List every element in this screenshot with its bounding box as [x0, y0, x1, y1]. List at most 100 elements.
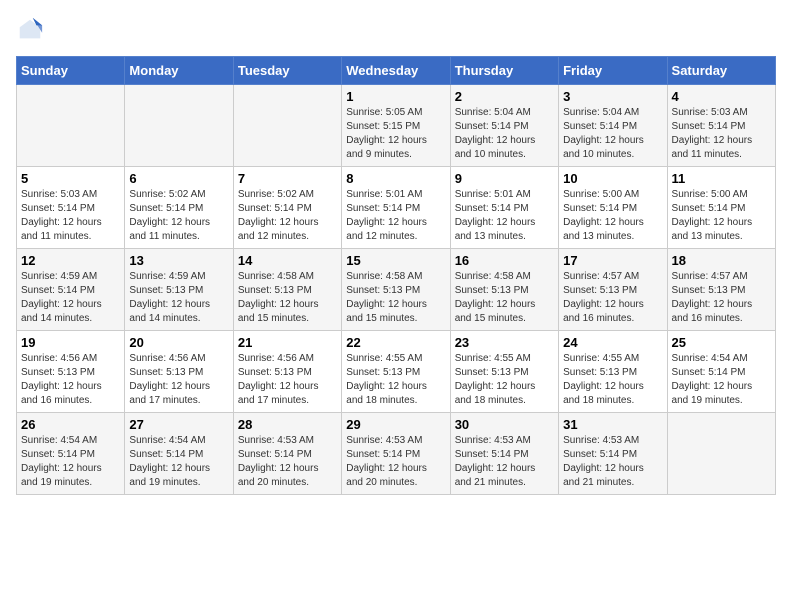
- day-number: 17: [563, 253, 662, 268]
- page-header: [16, 16, 776, 44]
- calendar-cell: 20Sunrise: 4:56 AM Sunset: 5:13 PM Dayli…: [125, 331, 233, 413]
- day-number: 13: [129, 253, 228, 268]
- calendar-cell: 9Sunrise: 5:01 AM Sunset: 5:14 PM Daylig…: [450, 167, 558, 249]
- day-info: Sunrise: 4:55 AM Sunset: 5:13 PM Dayligh…: [455, 352, 554, 408]
- calendar-cell: 21 Sunrise: 4:56 AM Sunset: 5:13 PM Dayli…: [233, 331, 341, 413]
- column-header-wednesday: Wednesday: [342, 57, 450, 85]
- day-number: 26: [21, 417, 120, 432]
- day-number: 25: [672, 335, 771, 350]
- day-info: Sunrise: 5:01 AM Sunset: 5:14 PM Dayligh…: [346, 188, 445, 244]
- calendar-cell: 13 Sunrise: 4:59 AM Sunset: 5:13 PM Dayli…: [125, 249, 233, 331]
- day-number: 22: [346, 335, 445, 350]
- day-number: 31: [563, 417, 662, 432]
- calendar-cell: 1Sunrise: 5:05 AM Sunset: 5:15 PM Daylig…: [342, 85, 450, 167]
- day-info: Sunrise: 4:59 AM Sunset: 5:14 PM Dayligh…: [21, 270, 120, 326]
- day-info: Sunrise: 5:01 AM Sunset: 5:14 PM Dayligh…: [455, 188, 554, 244]
- calendar-cell: 4 Sunrise: 5:03 AM Sunset: 5:14 PM Daylig…: [667, 85, 775, 167]
- day-info: Sunrise: 4:58 AM Sunset: 5:13 PM Dayligh…: [346, 270, 445, 326]
- calendar-cell: 25 Sunrise: 4:54 AM Sunset: 5:14 PM Dayli…: [667, 331, 775, 413]
- calendar-cell: [233, 85, 341, 167]
- day-info: Sunrise: 5:02 AM Sunset: 5:14 PM Dayligh…: [238, 188, 337, 244]
- calendar-table: SundayMondayTuesdayWednesdayThursdayFrid…: [16, 56, 776, 495]
- day-info: Sunrise: 5:00 AM Sunset: 5:14 PM Dayligh…: [563, 188, 662, 244]
- calendar-cell: 8 Sunrise: 5:01 AM Sunset: 5:14 PM Daylig…: [342, 167, 450, 249]
- calendar-cell: 7 Sunrise: 5:02 AM Sunset: 5:14 PM Daylig…: [233, 167, 341, 249]
- column-header-saturday: Saturday: [667, 57, 775, 85]
- column-header-monday: Monday: [125, 57, 233, 85]
- day-info: Sunrise: 5:04 AM Sunset: 5:14 PM Dayligh…: [455, 106, 554, 162]
- day-number: 30: [455, 417, 554, 432]
- day-number: 8: [346, 171, 445, 186]
- day-number: 10: [563, 171, 662, 186]
- day-info: Sunrise: 5:03 AM Sunset: 5:14 PM Dayligh…: [21, 188, 120, 244]
- day-info: Sunrise: 4:58 AM Sunset: 5:13 PM Dayligh…: [455, 270, 554, 326]
- day-info: Sunrise: 4:56 AM Sunset: 5:13 PM Dayligh…: [21, 352, 120, 408]
- calendar-cell: 28 Sunrise: 4:53 AM Sunset: 5:14 PM Dayli…: [233, 413, 341, 495]
- column-header-tuesday: Tuesday: [233, 57, 341, 85]
- day-number: 6: [129, 171, 228, 186]
- day-info: Sunrise: 4:56 AM Sunset: 5:13 PM Dayligh…: [238, 352, 337, 408]
- day-number: 27: [129, 417, 228, 432]
- calendar-cell: 12 Sunrise: 4:59 AM Sunset: 5:14 PM Dayli…: [17, 249, 125, 331]
- day-number: 19: [21, 335, 120, 350]
- calendar-cell: 14 Sunrise: 4:58 AM Sunset: 5:13 PM Dayli…: [233, 249, 341, 331]
- day-info: Sunrise: 4:58 AM Sunset: 5:13 PM Dayligh…: [238, 270, 337, 326]
- day-info: Sunrise: 5:04 AM Sunset: 5:14 PM Dayligh…: [563, 106, 662, 162]
- day-info: Sunrise: 4:57 AM Sunset: 5:13 PM Dayligh…: [563, 270, 662, 326]
- column-header-thursday: Thursday: [450, 57, 558, 85]
- day-number: 3: [563, 89, 662, 104]
- calendar-cell: 15 Sunrise: 4:58 AM Sunset: 5:13 PM Dayli…: [342, 249, 450, 331]
- calendar-week-row: 19 Sunrise: 4:56 AM Sunset: 5:13 PM Dayli…: [17, 331, 776, 413]
- calendar-cell: 10 Sunrise: 5:00 AM Sunset: 5:14 PM Dayli…: [559, 167, 667, 249]
- day-info: Sunrise: 4:53 AM Sunset: 5:14 PM Dayligh…: [563, 434, 662, 490]
- calendar-cell: 2 Sunrise: 5:04 AM Sunset: 5:14 PM Daylig…: [450, 85, 558, 167]
- day-number: 11: [672, 171, 771, 186]
- day-number: 4: [672, 89, 771, 104]
- calendar-cell: [125, 85, 233, 167]
- day-number: 21: [238, 335, 337, 350]
- column-header-sunday: Sunday: [17, 57, 125, 85]
- calendar-cell: 16 Sunrise: 4:58 AM Sunset: 5:13 PM Dayli…: [450, 249, 558, 331]
- calendar-cell: 19 Sunrise: 4:56 AM Sunset: 5:13 PM Dayli…: [17, 331, 125, 413]
- calendar-week-row: 26 Sunrise: 4:54 AM Sunset: 5:14 PM Dayli…: [17, 413, 776, 495]
- day-number: 29: [346, 417, 445, 432]
- day-info: Sunrise: 5:02 AM Sunset: 5:14 PM Dayligh…: [129, 188, 228, 244]
- day-number: 1: [346, 89, 445, 104]
- day-number: 2: [455, 89, 554, 104]
- day-info: Sunrise: 4:59 AM Sunset: 5:13 PM Dayligh…: [129, 270, 228, 326]
- calendar-cell: 11 Sunrise: 5:00 AM Sunset: 5:14 PM Dayli…: [667, 167, 775, 249]
- calendar-cell: 22 Sunrise: 4:55 AM Sunset: 5:13 PM Dayli…: [342, 331, 450, 413]
- calendar-cell: 23 Sunrise: 4:55 AM Sunset: 5:13 PM Dayli…: [450, 331, 558, 413]
- calendar-cell: 24Sunrise: 4:55 AM Sunset: 5:13 PM Dayli…: [559, 331, 667, 413]
- column-header-friday: Friday: [559, 57, 667, 85]
- day-info: Sunrise: 5:03 AM Sunset: 5:14 PM Dayligh…: [672, 106, 771, 162]
- calendar-cell: 31 Sunrise: 4:53 AM Sunset: 5:14 PM Dayli…: [559, 413, 667, 495]
- calendar-cell: 3 Sunrise: 5:04 AM Sunset: 5:14 PM Daylig…: [559, 85, 667, 167]
- day-number: 15: [346, 253, 445, 268]
- calendar-week-row: 12 Sunrise: 4:59 AM Sunset: 5:14 PM Dayli…: [17, 249, 776, 331]
- day-info: Sunrise: 4:54 AM Sunset: 5:14 PM Dayligh…: [672, 352, 771, 408]
- day-info: Sunrise: 4:54 AM Sunset: 5:14 PM Dayligh…: [21, 434, 120, 490]
- calendar-cell: [17, 85, 125, 167]
- day-number: 5: [21, 171, 120, 186]
- day-number: 18: [672, 253, 771, 268]
- day-info: Sunrise: 4:53 AM Sunset: 5:14 PM Dayligh…: [346, 434, 445, 490]
- calendar-cell: 26 Sunrise: 4:54 AM Sunset: 5:14 PM Dayli…: [17, 413, 125, 495]
- calendar-week-row: 5 Sunrise: 5:03 AM Sunset: 5:14 PM Daylig…: [17, 167, 776, 249]
- day-number: 12: [21, 253, 120, 268]
- calendar-week-row: 1Sunrise: 5:05 AM Sunset: 5:15 PM Daylig…: [17, 85, 776, 167]
- day-number: 7: [238, 171, 337, 186]
- calendar-header-row: SundayMondayTuesdayWednesdayThursdayFrid…: [17, 57, 776, 85]
- day-number: 28: [238, 417, 337, 432]
- day-info: Sunrise: 4:54 AM Sunset: 5:14 PM Dayligh…: [129, 434, 228, 490]
- day-info: Sunrise: 5:00 AM Sunset: 5:14 PM Dayligh…: [672, 188, 771, 244]
- day-number: 16: [455, 253, 554, 268]
- day-number: 14: [238, 253, 337, 268]
- day-info: Sunrise: 4:53 AM Sunset: 5:14 PM Dayligh…: [238, 434, 337, 490]
- day-info: Sunrise: 4:55 AM Sunset: 5:13 PM Dayligh…: [346, 352, 445, 408]
- day-info: Sunrise: 4:57 AM Sunset: 5:13 PM Dayligh…: [672, 270, 771, 326]
- calendar-cell: 5 Sunrise: 5:03 AM Sunset: 5:14 PM Daylig…: [17, 167, 125, 249]
- logo-icon: [16, 16, 44, 44]
- day-number: 23: [455, 335, 554, 350]
- day-number: 20: [129, 335, 228, 350]
